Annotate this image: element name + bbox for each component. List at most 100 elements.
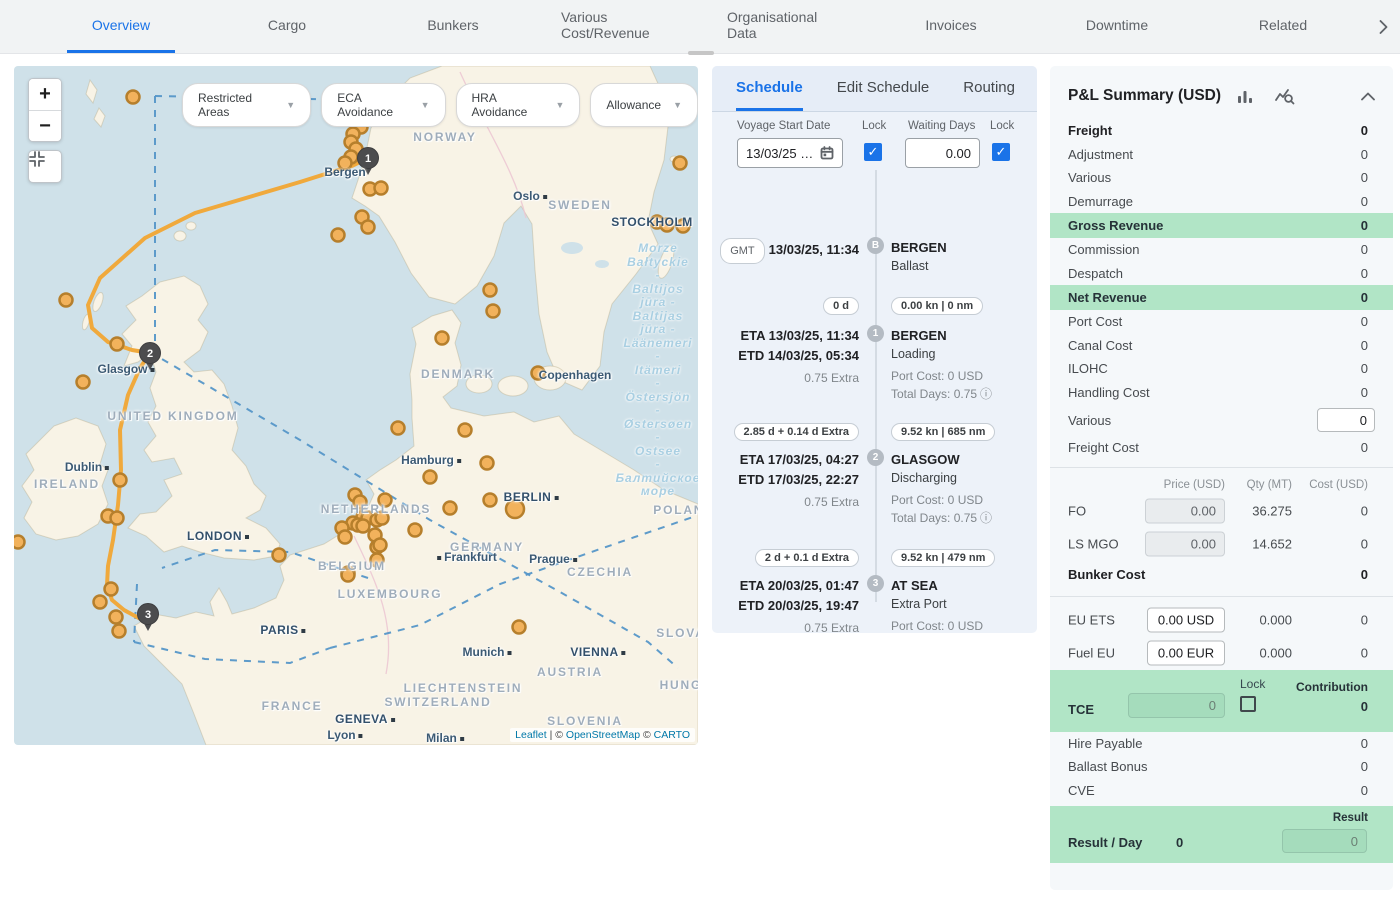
waiting-days-input[interactable]: 0.00 — [905, 138, 980, 168]
collapse-panel-chevron-icon[interactable] — [1361, 92, 1375, 101]
stop-extra-days: 0.75 Extra — [738, 369, 859, 387]
eu-price-input[interactable] — [1147, 608, 1225, 633]
schedule-tab-edit-schedule[interactable]: Edit Schedule — [837, 66, 930, 111]
schedule-tab-schedule[interactable]: Schedule — [736, 66, 803, 111]
eu-label: EU ETS — [1068, 613, 1115, 628]
pnl-row-label: Demurrage — [1068, 194, 1361, 209]
stop-times: GMT13/03/25, 11:34 — [720, 238, 859, 264]
tabs-overflow-chevron-icon[interactable] — [1366, 0, 1400, 53]
leg-speed-pill: 9.52 kn | 479 nm — [891, 548, 995, 567]
calendar-icon[interactable] — [820, 146, 834, 160]
duration-pill: 2 d + 0.1 d Extra — [755, 549, 859, 567]
pnl-row-label: Port Cost — [1068, 314, 1361, 329]
leg-duration-pill: 2 d + 0.1 d Extra — [755, 548, 859, 567]
eu-row-fuel-eu: Fuel EU0.0000 — [1050, 637, 1393, 670]
tabbar-scroll-thumb[interactable] — [688, 51, 714, 55]
pnl-row-hire-payable: Hire Payable0 — [1050, 732, 1393, 756]
pnl-row-port-cost: Port Cost0 — [1050, 310, 1393, 334]
fit-bounds-button[interactable] — [28, 150, 62, 183]
stop-port-cost: Port Cost: 0 USD — [891, 367, 992, 385]
leaflet-link[interactable]: Leaflet — [515, 729, 547, 741]
voyage-map[interactable]: 123 NORWAYSWEDENDENMARKUNITED KINGDOMIRE… — [14, 66, 698, 745]
ireland-landmass — [22, 418, 108, 540]
pnl-row-various: Various0 — [1050, 166, 1393, 190]
pnl-row-value: 0 — [1361, 385, 1368, 400]
stop-details[interactable]: AT SEAExtra PortPort Cost: 0 USDTotal Da… — [891, 576, 992, 633]
various-cost-input[interactable] — [1317, 408, 1375, 432]
map-filter-hra-avoidance[interactable]: HRA Avoidance▼ — [456, 83, 581, 127]
voyage-start-date-input[interactable]: 13/03/25 … — [737, 138, 843, 168]
map-filter-allowance[interactable]: Allowance▼ — [590, 83, 698, 127]
filter-label: ECA Avoidance — [337, 91, 408, 119]
pnl-row-value: 0 — [1361, 361, 1368, 376]
info-icon[interactable]: ⓘ — [980, 387, 992, 401]
pnl-row-various: Various — [1050, 404, 1393, 436]
waiting-days-lock-checkbox[interactable]: ✓ — [992, 143, 1010, 161]
analytics-chart-icon[interactable] — [1275, 88, 1295, 105]
eu-price-input[interactable] — [1147, 641, 1225, 666]
map-filter-eca-avoidance[interactable]: ECA Avoidance▼ — [321, 83, 445, 127]
tab-downtime[interactable]: Downtime — [1034, 0, 1200, 53]
tab-bunkers[interactable]: Bunkers — [370, 0, 536, 53]
pnl-row-label: Ballast Bonus — [1068, 759, 1361, 774]
stop-details[interactable]: BERGENLoadingPort Cost: 0 USDTotal Days:… — [891, 326, 992, 403]
stop-port-cost: Port Cost: 0 USD — [891, 491, 992, 509]
schedule-tab-routing[interactable]: Routing — [963, 66, 1015, 111]
svg-text:3: 3 — [145, 609, 151, 621]
result-row: Result Result / Day 0 — [1050, 806, 1393, 863]
qty-column-header: Qty (MT) — [1247, 479, 1292, 491]
tab-overview[interactable]: Overview — [38, 0, 204, 53]
eu-cost: 0 — [1361, 646, 1368, 661]
tab-cargo[interactable]: Cargo — [204, 0, 370, 53]
zoom-in-button[interactable]: + — [29, 79, 61, 110]
fuel-label: LS MGO — [1068, 537, 1119, 552]
tab-related[interactable]: Related — [1200, 0, 1366, 53]
tab-label: Organisational Data — [702, 0, 868, 53]
result-input[interactable] — [1282, 829, 1367, 853]
orkney-island — [186, 222, 196, 230]
bar-chart-icon[interactable] — [1237, 88, 1253, 104]
fuel-price-input[interactable] — [1145, 532, 1225, 557]
pnl-row-ilohc: ILOHC0 — [1050, 357, 1393, 381]
stop-details[interactable]: GLASGOWDischargingPort Cost: 0 USDTotal … — [891, 450, 992, 527]
carto-link[interactable]: CARTO — [654, 729, 690, 741]
tab-invoices[interactable]: Invoices — [868, 0, 1034, 53]
fuel-cost: 0 — [1361, 504, 1368, 519]
stop-etd: ETD 17/03/25, 22:27 — [738, 470, 859, 490]
pnl-row-label: Canal Cost — [1068, 338, 1361, 353]
lake — [561, 242, 583, 254]
pnl-row-adjustment: Adjustment0 — [1050, 143, 1393, 167]
tab-label: Overview — [67, 0, 175, 53]
cost-column-header: Cost (USD) — [1309, 479, 1368, 491]
stop-times: ETA 13/03/25, 11:34ETD 14/03/25, 05:340.… — [738, 326, 859, 387]
tce-input[interactable] — [1128, 693, 1225, 718]
tab-organisational-data[interactable]: Organisational Data — [702, 0, 868, 53]
stop-times: ETA 20/03/25, 01:47ETD 20/03/25, 19:470.… — [738, 576, 859, 633]
stop-activity: Ballast — [891, 257, 947, 276]
leg-duration-pill: 0 d — [823, 296, 859, 315]
pnl-row-value: 0 — [1361, 266, 1368, 281]
timeline-node-1: 1 — [867, 325, 884, 342]
osm-link[interactable]: OpenStreetMap — [566, 729, 640, 741]
pnl-row-cve: CVE0 — [1050, 779, 1393, 803]
fuel-price-input[interactable] — [1145, 499, 1225, 524]
zoom-out-button[interactable]: − — [29, 110, 61, 141]
orkney-island — [174, 231, 186, 241]
tab-various-cost-revenue[interactable]: Various Cost/Revenue — [536, 0, 702, 53]
map-filter-restricted-areas[interactable]: Restricted Areas▼ — [182, 83, 311, 127]
tce-lock-checkbox[interactable] — [1240, 696, 1256, 712]
stop-port-name: BERGEN — [891, 326, 992, 345]
timeline-node-B: B — [867, 237, 884, 254]
info-icon[interactable]: ⓘ — [980, 511, 992, 525]
pnl-row-label: Gross Revenue — [1068, 218, 1361, 233]
pnl-row-value: 0 — [1361, 759, 1368, 774]
pnl-row-value: 0 — [1361, 170, 1368, 185]
pnl-row-value: 0 — [1361, 123, 1368, 138]
voyage-start-lock-checkbox[interactable]: ✓ — [864, 143, 882, 161]
danish-island — [466, 375, 492, 393]
eu-cost: 0 — [1361, 613, 1368, 628]
pnl-row-value: 0 — [1361, 242, 1368, 257]
pnl-row-label: Various — [1068, 413, 1317, 428]
stop-details[interactable]: BERGENBallast — [891, 238, 947, 276]
bunker-row-fo: FO36.2750 — [1050, 495, 1393, 528]
